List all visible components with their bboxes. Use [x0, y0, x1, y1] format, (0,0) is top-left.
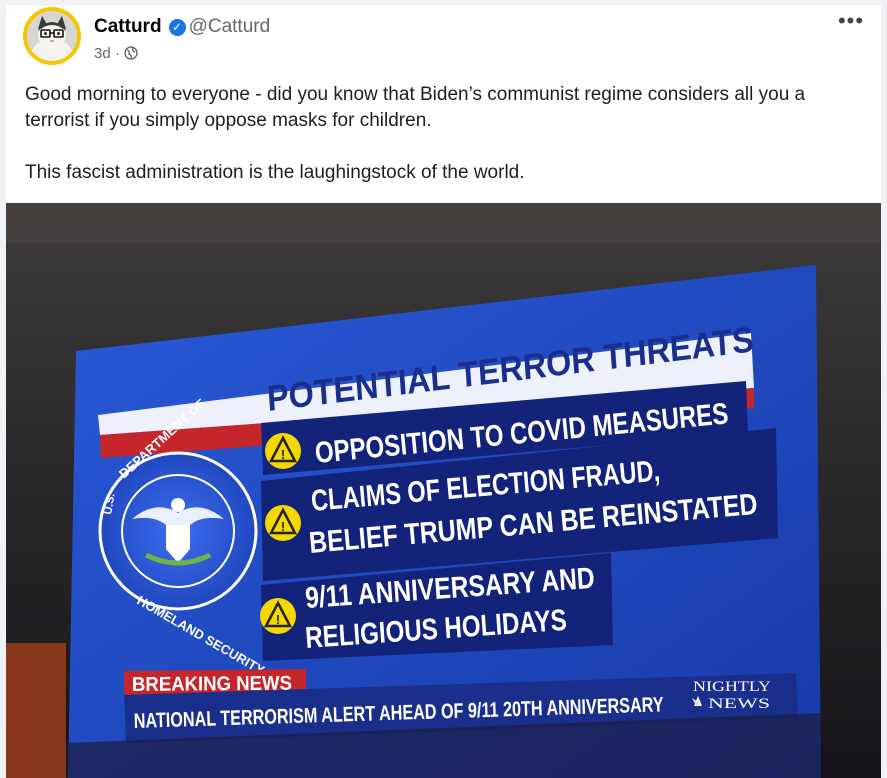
network-line-1: NIGHTLY [693, 679, 771, 695]
author-handle[interactable]: @Catturd [189, 16, 271, 37]
verified-badge-icon: ✓ [168, 19, 186, 36]
post-text: Good morning to everyone - did you know … [25, 82, 865, 186]
globe-icon [124, 45, 138, 62]
warning-icon: ! [265, 505, 301, 541]
warning-icon: ! [260, 598, 296, 634]
more-options-icon[interactable]: ••• [835, 10, 867, 39]
avatar[interactable] [23, 7, 81, 65]
avatar-image [27, 11, 77, 61]
breaking-news-label: BREAKING NEWS [132, 673, 292, 696]
post-paragraph-1: Good morning to everyone - did you know … [25, 84, 806, 131]
post-meta: 3d · [94, 45, 138, 62]
post-timestamp[interactable]: 3d [94, 45, 111, 62]
wall-light [6, 643, 66, 778]
svg-text:!: ! [281, 519, 285, 534]
svg-text:!: ! [281, 447, 285, 462]
author-line: Catturd ✓ @Catturd [94, 16, 270, 38]
meta-separator: · [114, 45, 120, 62]
post-image[interactable]: POTENTIAL TERROR THREATS ! ! ! OPPOSITIO… [6, 203, 881, 778]
post-card: Catturd ✓ @Catturd 3d · ••• Good morning t… [6, 5, 881, 778]
post-header: Catturd ✓ @Catturd 3d · ••• [6, 5, 881, 75]
post-paragraph-2: This fascist administration is the laugh… [25, 162, 525, 183]
author-name[interactable]: Catturd [94, 16, 162, 37]
warning-icon: ! [265, 433, 301, 469]
network-line-2: NEWS [708, 696, 770, 712]
svg-text:!: ! [276, 612, 280, 627]
